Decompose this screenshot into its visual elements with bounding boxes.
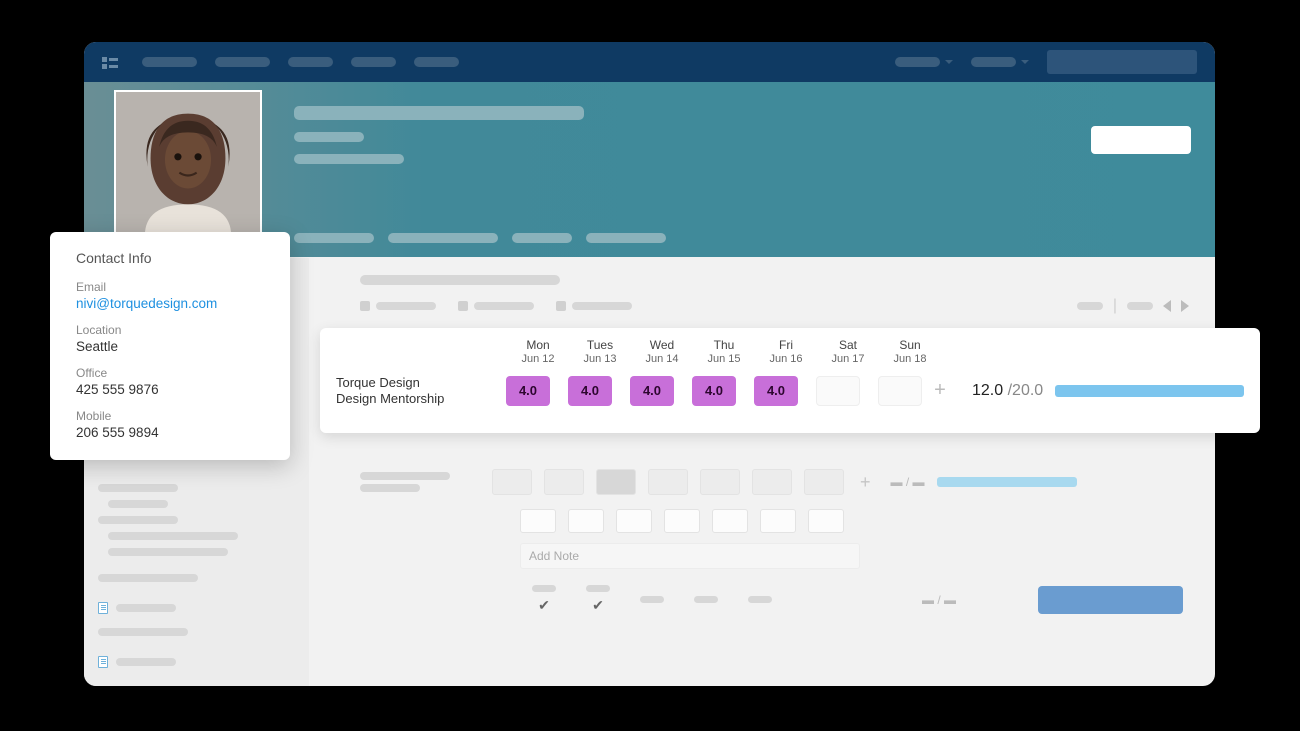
nav-dropdown[interactable]	[971, 57, 1029, 67]
section-title-placeholder	[360, 275, 560, 285]
office-value[interactable]: 425 555 9876	[76, 382, 272, 397]
toolbar-item[interactable]	[360, 301, 436, 311]
profile-tab[interactable]	[586, 233, 666, 243]
hours-cell[interactable]	[492, 469, 532, 495]
profile-name-placeholder	[294, 106, 584, 120]
hours-cell[interactable]	[808, 509, 844, 533]
mobile-label: Mobile	[76, 409, 272, 423]
hours-cell[interactable]	[878, 376, 922, 406]
hours-cell[interactable]	[648, 469, 688, 495]
nav-item[interactable]	[414, 57, 459, 67]
hours-cell[interactable]	[752, 469, 792, 495]
timesheet-day-headers: MonJun 12 TuesJun 13 WedJun 14 ThuJun 15…	[516, 338, 1244, 365]
project-name[interactable]: Torque Design Design Mentorship	[336, 375, 506, 406]
check-icon: ✔	[592, 597, 604, 614]
profile-tab[interactable]	[294, 233, 374, 243]
document-icon	[98, 656, 108, 668]
office-label: Office	[76, 366, 272, 380]
hours-cell[interactable]: 4.0	[506, 376, 550, 406]
hours-cell[interactable]	[700, 469, 740, 495]
profile-tab[interactable]	[388, 233, 498, 243]
nav-item[interactable]	[288, 57, 333, 67]
timesheet-card: MonJun 12 TuesJun 13 WedJun 14 ThuJun 15…	[320, 328, 1260, 433]
email-label: Email	[76, 280, 272, 294]
profile-subline-placeholder	[294, 154, 404, 164]
hours-cell[interactable]	[712, 509, 748, 533]
next-week-icon[interactable]	[1181, 300, 1189, 312]
global-search-input[interactable]	[1047, 50, 1197, 74]
caret-down-icon	[945, 60, 953, 64]
document-icon	[98, 602, 108, 614]
hours-cell[interactable]	[816, 376, 860, 406]
hours-cell[interactable]	[804, 469, 844, 495]
profile-header	[84, 82, 1215, 257]
row-progress-bar	[1055, 385, 1244, 397]
location-value: Seattle	[76, 339, 272, 354]
header-action-button[interactable]	[1091, 126, 1191, 154]
day-approval[interactable]	[748, 596, 772, 603]
nav-item[interactable]	[351, 57, 396, 67]
hours-cell[interactable]	[760, 509, 796, 533]
timesheet-row-dimmed: + ▬ / ▬	[360, 469, 1189, 495]
week-total-dimmed: ▬ / ▬	[922, 593, 956, 607]
avatar	[114, 90, 262, 238]
hours-cell[interactable]: 4.0	[692, 376, 736, 406]
check-icon: ✔	[538, 597, 550, 614]
hours-cell[interactable]	[520, 509, 556, 533]
add-note-input[interactable]: Add Note	[520, 543, 860, 569]
day-approval[interactable]	[640, 596, 664, 603]
sidebar-doc-item[interactable]	[98, 656, 295, 668]
hours-cell[interactable]: 4.0	[754, 376, 798, 406]
hours-cell[interactable]	[664, 509, 700, 533]
timesheet-row: Torque Design Design Mentorship 4.0 4.0 …	[336, 375, 1244, 406]
profile-subline-placeholder	[294, 132, 364, 142]
top-nav	[84, 42, 1215, 82]
caret-down-icon	[1021, 60, 1029, 64]
toolbar-item[interactable]	[458, 301, 534, 311]
contact-info-heading: Contact Info	[76, 250, 272, 266]
hours-cell[interactable]: 4.0	[630, 376, 674, 406]
hours-cell[interactable]	[544, 469, 584, 495]
day-approval[interactable]: ✔	[586, 585, 610, 614]
nav-dropdown[interactable]	[895, 57, 953, 67]
email-value[interactable]: nivi@torquedesign.com	[76, 296, 272, 311]
sidebar-doc-item[interactable]	[98, 602, 295, 614]
submit-button[interactable]	[1038, 586, 1183, 614]
row-hours-total: 12.0 /20.0	[972, 382, 1043, 400]
hours-cell[interactable]	[568, 509, 604, 533]
app-logo-icon	[102, 56, 118, 68]
add-row-icon[interactable]: +	[860, 472, 871, 493]
hours-cell[interactable]: 4.0	[568, 376, 612, 406]
mobile-value[interactable]: 206 555 9894	[76, 425, 272, 440]
row-total-dimmed: ▬ / ▬	[891, 475, 925, 489]
nav-item[interactable]	[215, 57, 270, 67]
hours-cell[interactable]	[596, 469, 636, 495]
toolbar-item[interactable]	[556, 301, 632, 311]
progress-bar-dimmed	[937, 477, 1077, 487]
location-label: Location	[76, 323, 272, 337]
day-approval[interactable]: ✔	[532, 585, 556, 614]
contact-info-popover: Contact Info Email nivi@torquedesign.com…	[50, 232, 290, 460]
prev-week-icon[interactable]	[1163, 300, 1171, 312]
day-approval[interactable]	[694, 596, 718, 603]
nav-item[interactable]	[142, 57, 197, 67]
profile-tab[interactable]	[512, 233, 572, 243]
hours-cell[interactable]	[616, 509, 652, 533]
add-row-icon[interactable]: +	[928, 379, 952, 402]
